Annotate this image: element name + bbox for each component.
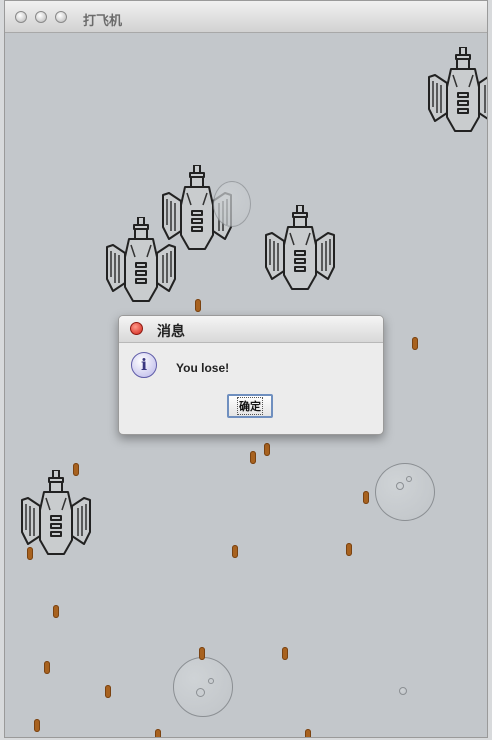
bullet — [44, 661, 50, 674]
bullet — [34, 719, 40, 732]
bullet — [346, 543, 352, 556]
bullet — [232, 545, 238, 558]
bullet — [199, 647, 205, 660]
dialog-close-icon[interactable] — [130, 322, 143, 335]
bullet — [195, 299, 201, 312]
bullet — [73, 463, 79, 476]
bullet — [27, 547, 33, 560]
info-icon: i — [131, 352, 157, 378]
bullet — [412, 337, 418, 350]
ok-button-label: 确定 — [237, 397, 263, 415]
minimize-window-button[interactable] — [35, 11, 47, 23]
bullet — [282, 647, 288, 660]
asteroid — [213, 181, 251, 227]
bullet — [155, 729, 161, 737]
bullet — [250, 451, 256, 464]
title-bar[interactable]: 打飞机 — [5, 1, 487, 33]
dialog-message: You lose! — [176, 361, 230, 375]
window-title: 打飞机 — [83, 14, 123, 29]
asteroid — [399, 687, 407, 695]
close-window-button[interactable] — [15, 11, 27, 23]
dialog-title: 消息 — [157, 324, 185, 340]
bullet — [264, 443, 270, 456]
enemy-plane — [427, 47, 488, 137]
asteroid — [375, 463, 435, 521]
message-dialog: 消息 i You lose! 确定 — [118, 315, 384, 435]
ok-button[interactable]: 确定 — [227, 394, 273, 418]
asteroid — [173, 657, 233, 717]
enemy-plane — [264, 205, 336, 295]
bullet — [53, 605, 59, 618]
bullet — [105, 685, 111, 698]
bullet — [305, 729, 311, 737]
zoom-window-button[interactable] — [55, 11, 67, 23]
bullet — [363, 491, 369, 504]
dialog-title-bar[interactable]: 消息 — [119, 316, 383, 343]
enemy-plane — [105, 217, 177, 307]
